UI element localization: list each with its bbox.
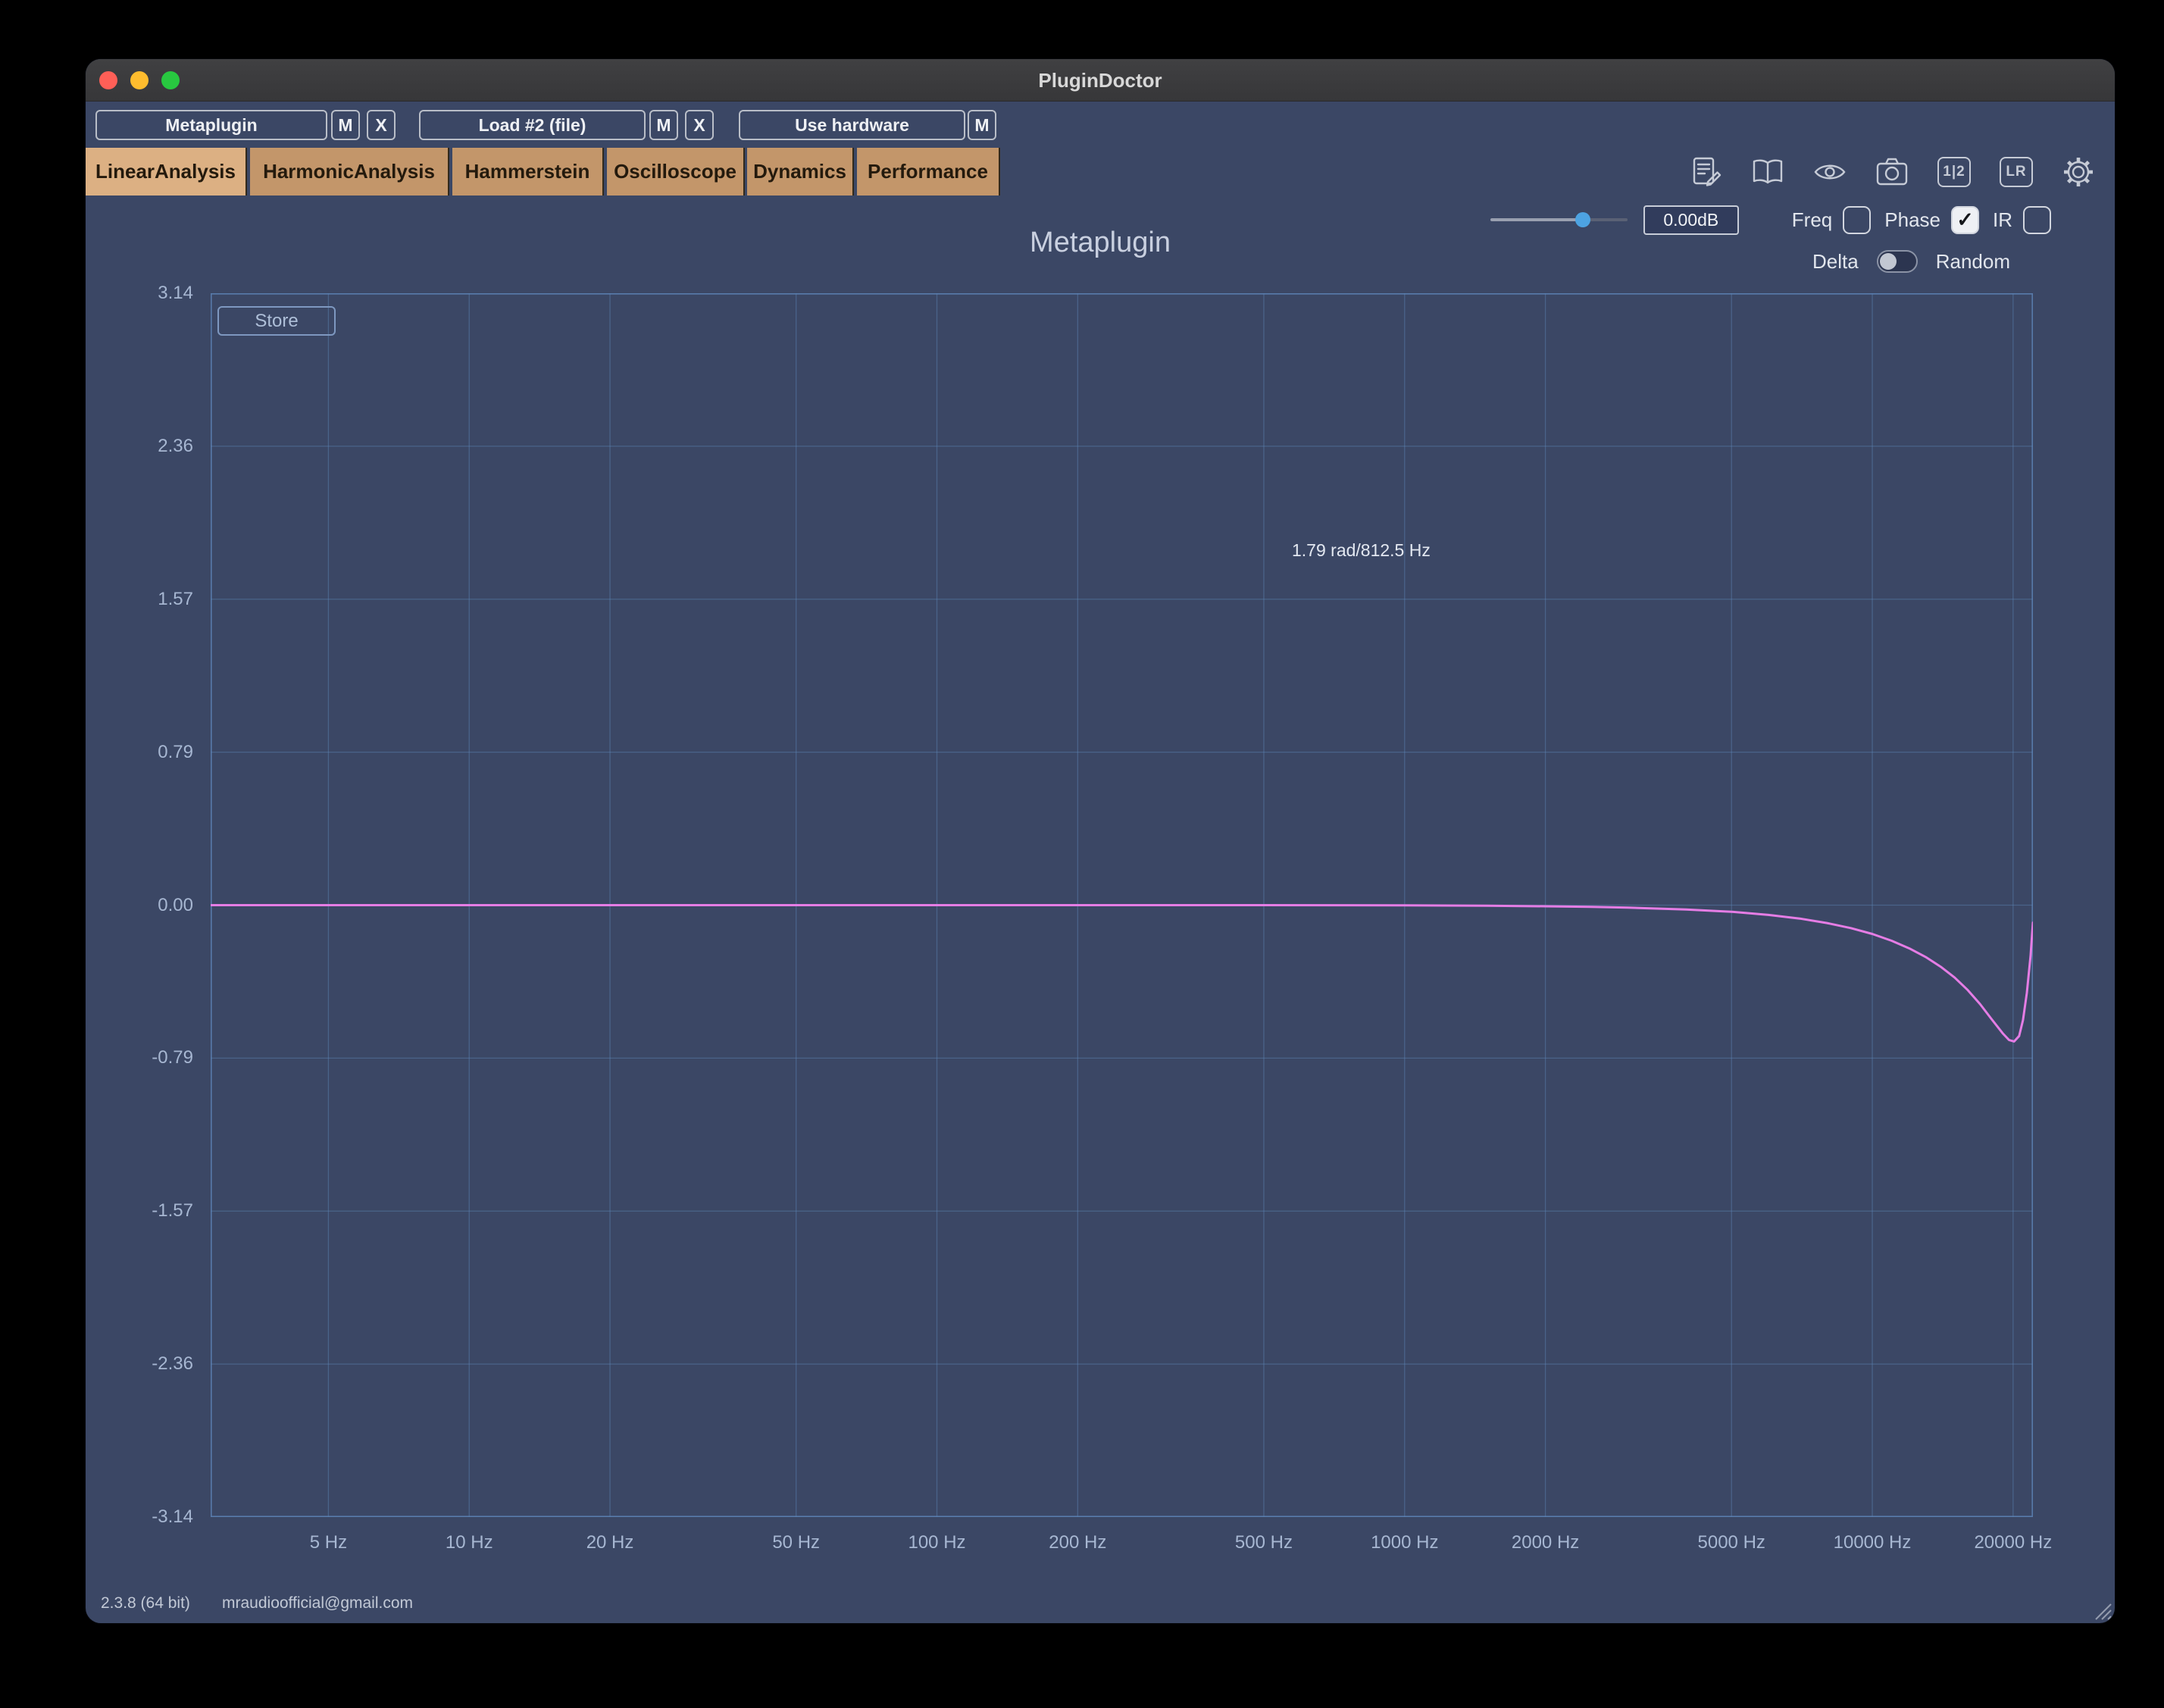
slot-2-x-button[interactable]: X [685,110,714,140]
y-tick-label: 2.36 [158,436,193,457]
window-title: PluginDoctor [86,59,2115,102]
slot-2-m-button[interactable]: M [649,110,678,140]
camera-screenshot-icon[interactable] [1875,155,1909,189]
use-hardware-button[interactable]: Use hardware [739,110,965,140]
y-axis-labels: 3.142.361.570.790.00-0.79-1.57-2.36-3.14 [86,293,201,1517]
delta-random-toggle[interactable] [1877,250,1918,273]
toggle-knob [1880,253,1897,270]
cursor-readout: 1.79 rad/812.5 Hz [1292,540,1431,561]
settings-gear-icon[interactable] [2062,155,2095,189]
gain-slider[interactable] [1490,211,1628,229]
phase-response-plot[interactable]: Store 1.79 rad/812.5 Hz [211,293,2033,1517]
channel-1-2-icon[interactable]: 1|2 [1937,157,1971,187]
titlebar[interactable]: PluginDoctor [86,59,2115,102]
ir-checkbox[interactable] [2023,206,2051,234]
slot-3-m-button[interactable]: M [968,110,996,140]
x-tick-label: 500 Hz [1235,1532,1293,1553]
freq-checkbox[interactable] [1843,206,1871,234]
x-tick-label: 5 Hz [310,1532,347,1553]
slot-1-x-button[interactable]: X [367,110,396,140]
tab-oscilloscope[interactable]: Oscilloscope [607,148,745,196]
tab-hammerstein[interactable]: Hammerstein [452,148,604,196]
x-tick-label: 50 Hz [772,1532,820,1553]
x-axis-labels: 5 Hz 10 Hz 20 Hz 50 Hz 100 Hz 200 Hz 500 Hz 100… [211,1532,2033,1556]
y-tick-label: -3.14 [152,1506,193,1528]
statusbar: 2.3.8 (64 bit) mraudioofficial@gmail.com [86,1594,2115,1616]
y-tick-label: 1.57 [158,589,193,610]
delta-label: Delta [1812,250,1859,274]
tab-performance[interactable]: Performance [857,148,1000,196]
ir-label: IR [1993,208,2012,232]
plot-canvas [211,293,2033,1517]
x-tick-label: 10000 Hz [1834,1532,1912,1553]
x-tick-label: 2000 Hz [1512,1532,1579,1553]
x-tick-label: 1000 Hz [1371,1532,1438,1553]
tab-dynamics[interactable]: Dynamics [747,148,854,196]
analyzer-controls-row2: Delta Random [1812,246,2010,277]
slot-1-m-button[interactable]: M [331,110,360,140]
y-tick-label: -2.36 [152,1353,193,1375]
version-text: 2.3.8 (64 bit) [101,1594,190,1613]
y-tick-label: 0.00 [158,895,193,916]
phase-checkbox[interactable] [1951,206,1979,234]
eye-icon[interactable] [1813,155,1847,189]
manual-book-icon[interactable] [1751,155,1784,189]
x-tick-label: 10 Hz [446,1532,493,1553]
x-tick-label: 200 Hz [1049,1532,1106,1553]
plugin-slot-toolbar: Metaplugin M X Load #2 (file) M X Use ha… [86,102,2115,149]
notes-icon[interactable] [1689,155,1722,189]
y-tick-label: 3.14 [158,283,193,304]
tab-harmonic-analysis[interactable]: HarmonicAnalysis [250,148,449,196]
y-tick-label: 0.79 [158,742,193,763]
gain-readout[interactable]: 0.00dB [1643,205,1739,235]
x-tick-label: 20 Hz [586,1532,634,1553]
channel-lr-icon[interactable]: LR [2000,157,2033,187]
contact-email: mraudioofficial@gmail.com [222,1594,413,1613]
plugin-slot-2-button[interactable]: Load #2 (file) [419,110,646,140]
iconbar: 1|2 LR [1689,154,2095,190]
x-tick-label: 20000 Hz [1974,1532,2052,1553]
y-tick-label: -1.57 [152,1200,193,1222]
screen-background: PluginDoctor Metaplugin M X Load #2 (fil… [0,0,2164,1708]
freq-label: Freq [1792,208,1832,232]
random-label: Random [1936,250,2010,274]
analysis-tabbar: LinearAnalysis HarmonicAnalysis Hammerst… [86,148,2115,196]
store-button[interactable]: Store [217,306,336,336]
analyzer-controls-row1: 0.00dB Freq Phase IR [1490,203,2051,236]
resize-grip[interactable] [2088,1597,2112,1621]
x-tick-label: 5000 Hz [1698,1532,1765,1553]
y-tick-label: -0.79 [152,1047,193,1068]
plugin-slot-1-button[interactable]: Metaplugin [95,110,327,140]
gain-slider-track [1490,218,1628,221]
tab-linear-analysis[interactable]: LinearAnalysis [86,148,247,196]
x-tick-label: 100 Hz [908,1532,965,1553]
phase-label: Phase [1884,208,1940,232]
plugindoctor-window: PluginDoctor Metaplugin M X Load #2 (fil… [86,59,2115,1623]
gain-slider-knob[interactable] [1575,212,1590,227]
